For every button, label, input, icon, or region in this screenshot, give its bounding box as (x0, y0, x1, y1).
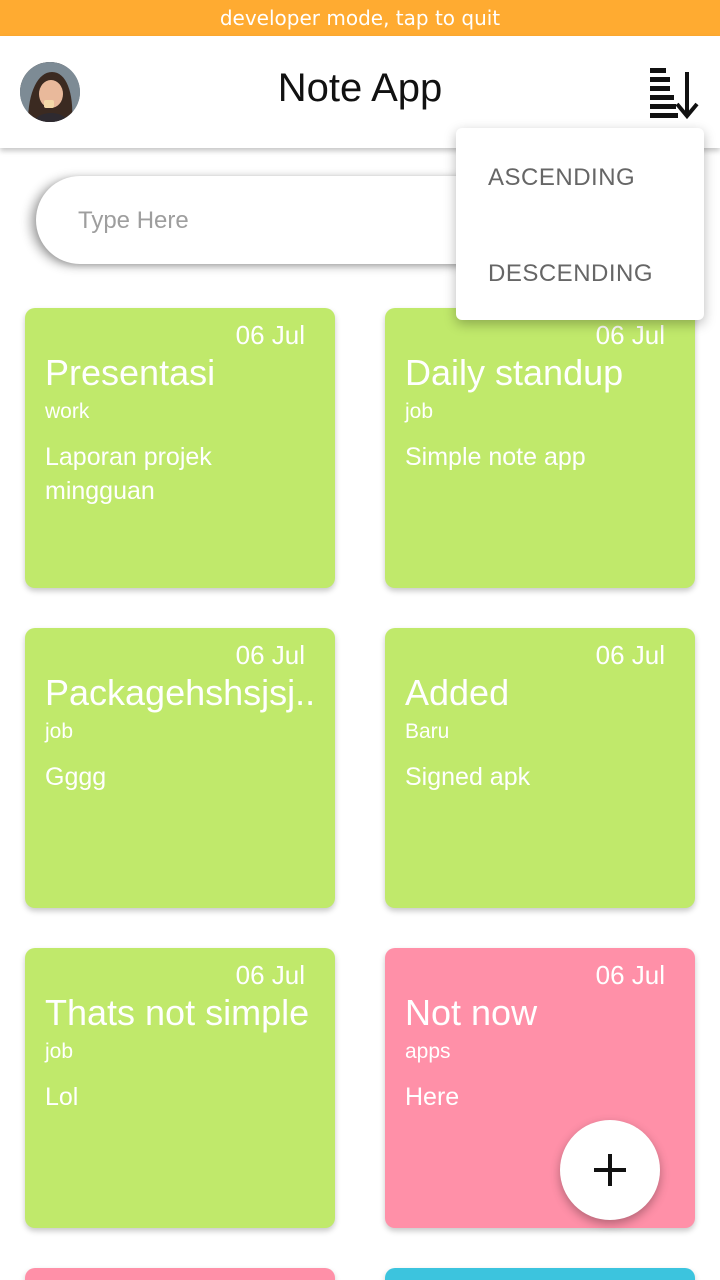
note-body: Lol (45, 1083, 79, 1111)
note-title: Thats not simple (45, 992, 310, 1033)
note-title: Presentasi (45, 352, 216, 393)
sort-descending-icon[interactable] (646, 64, 702, 120)
note-body: Here (405, 1083, 460, 1111)
note-date: 06 Jul (595, 960, 665, 990)
note-body: Laporan projek mingguan (45, 443, 212, 505)
plus-icon (594, 1154, 626, 1186)
note-card[interactable]: 06 Jul Added Baru Signed apk (385, 628, 695, 908)
note-body: Gggg (45, 763, 107, 791)
note-card[interactable]: 06 Jul Packagehshsjsj.. job Gggg (25, 628, 335, 908)
add-note-button[interactable] (560, 1120, 660, 1220)
note-body: Simple note app (405, 443, 586, 471)
note-title: Not now (405, 992, 538, 1033)
note-tag: apps (405, 1040, 451, 1063)
note-date: 06 Jul (235, 960, 305, 990)
note-tag: Baru (405, 720, 450, 743)
note-card-partial[interactable] (25, 1268, 335, 1280)
note-title: Packagehshsjsj.. (45, 672, 316, 713)
sort-menu: ASCENDING DESCENDING (456, 128, 704, 320)
note-tag: job (45, 1040, 74, 1063)
sort-ascending-option[interactable]: ASCENDING (488, 164, 635, 192)
developer-mode-banner[interactable]: developer mode, tap to quit (0, 0, 720, 36)
note-tag: work (45, 400, 90, 423)
app-title: Note App (277, 66, 443, 110)
note-date: 06 Jul (235, 320, 305, 350)
note-date: 06 Jul (595, 640, 665, 670)
note-title: Daily standup (405, 352, 624, 393)
sort-descending-option[interactable]: DESCENDING (488, 260, 653, 288)
note-title: Added (405, 672, 510, 713)
note-tag: job (405, 400, 434, 423)
note-card[interactable]: 06 Jul Presentasi work Laporan projek mi… (25, 308, 335, 588)
note-date: 06 Jul (595, 320, 665, 350)
note-card[interactable]: 06 Jul Thats not simple job Lol (25, 948, 335, 1228)
note-tag: job (45, 720, 74, 743)
note-body: Signed apk (405, 763, 531, 791)
note-date: 06 Jul (235, 640, 305, 670)
note-card[interactable]: 06 Jul Daily standup job Simple note app (385, 308, 695, 588)
note-card-partial[interactable] (385, 1268, 695, 1280)
